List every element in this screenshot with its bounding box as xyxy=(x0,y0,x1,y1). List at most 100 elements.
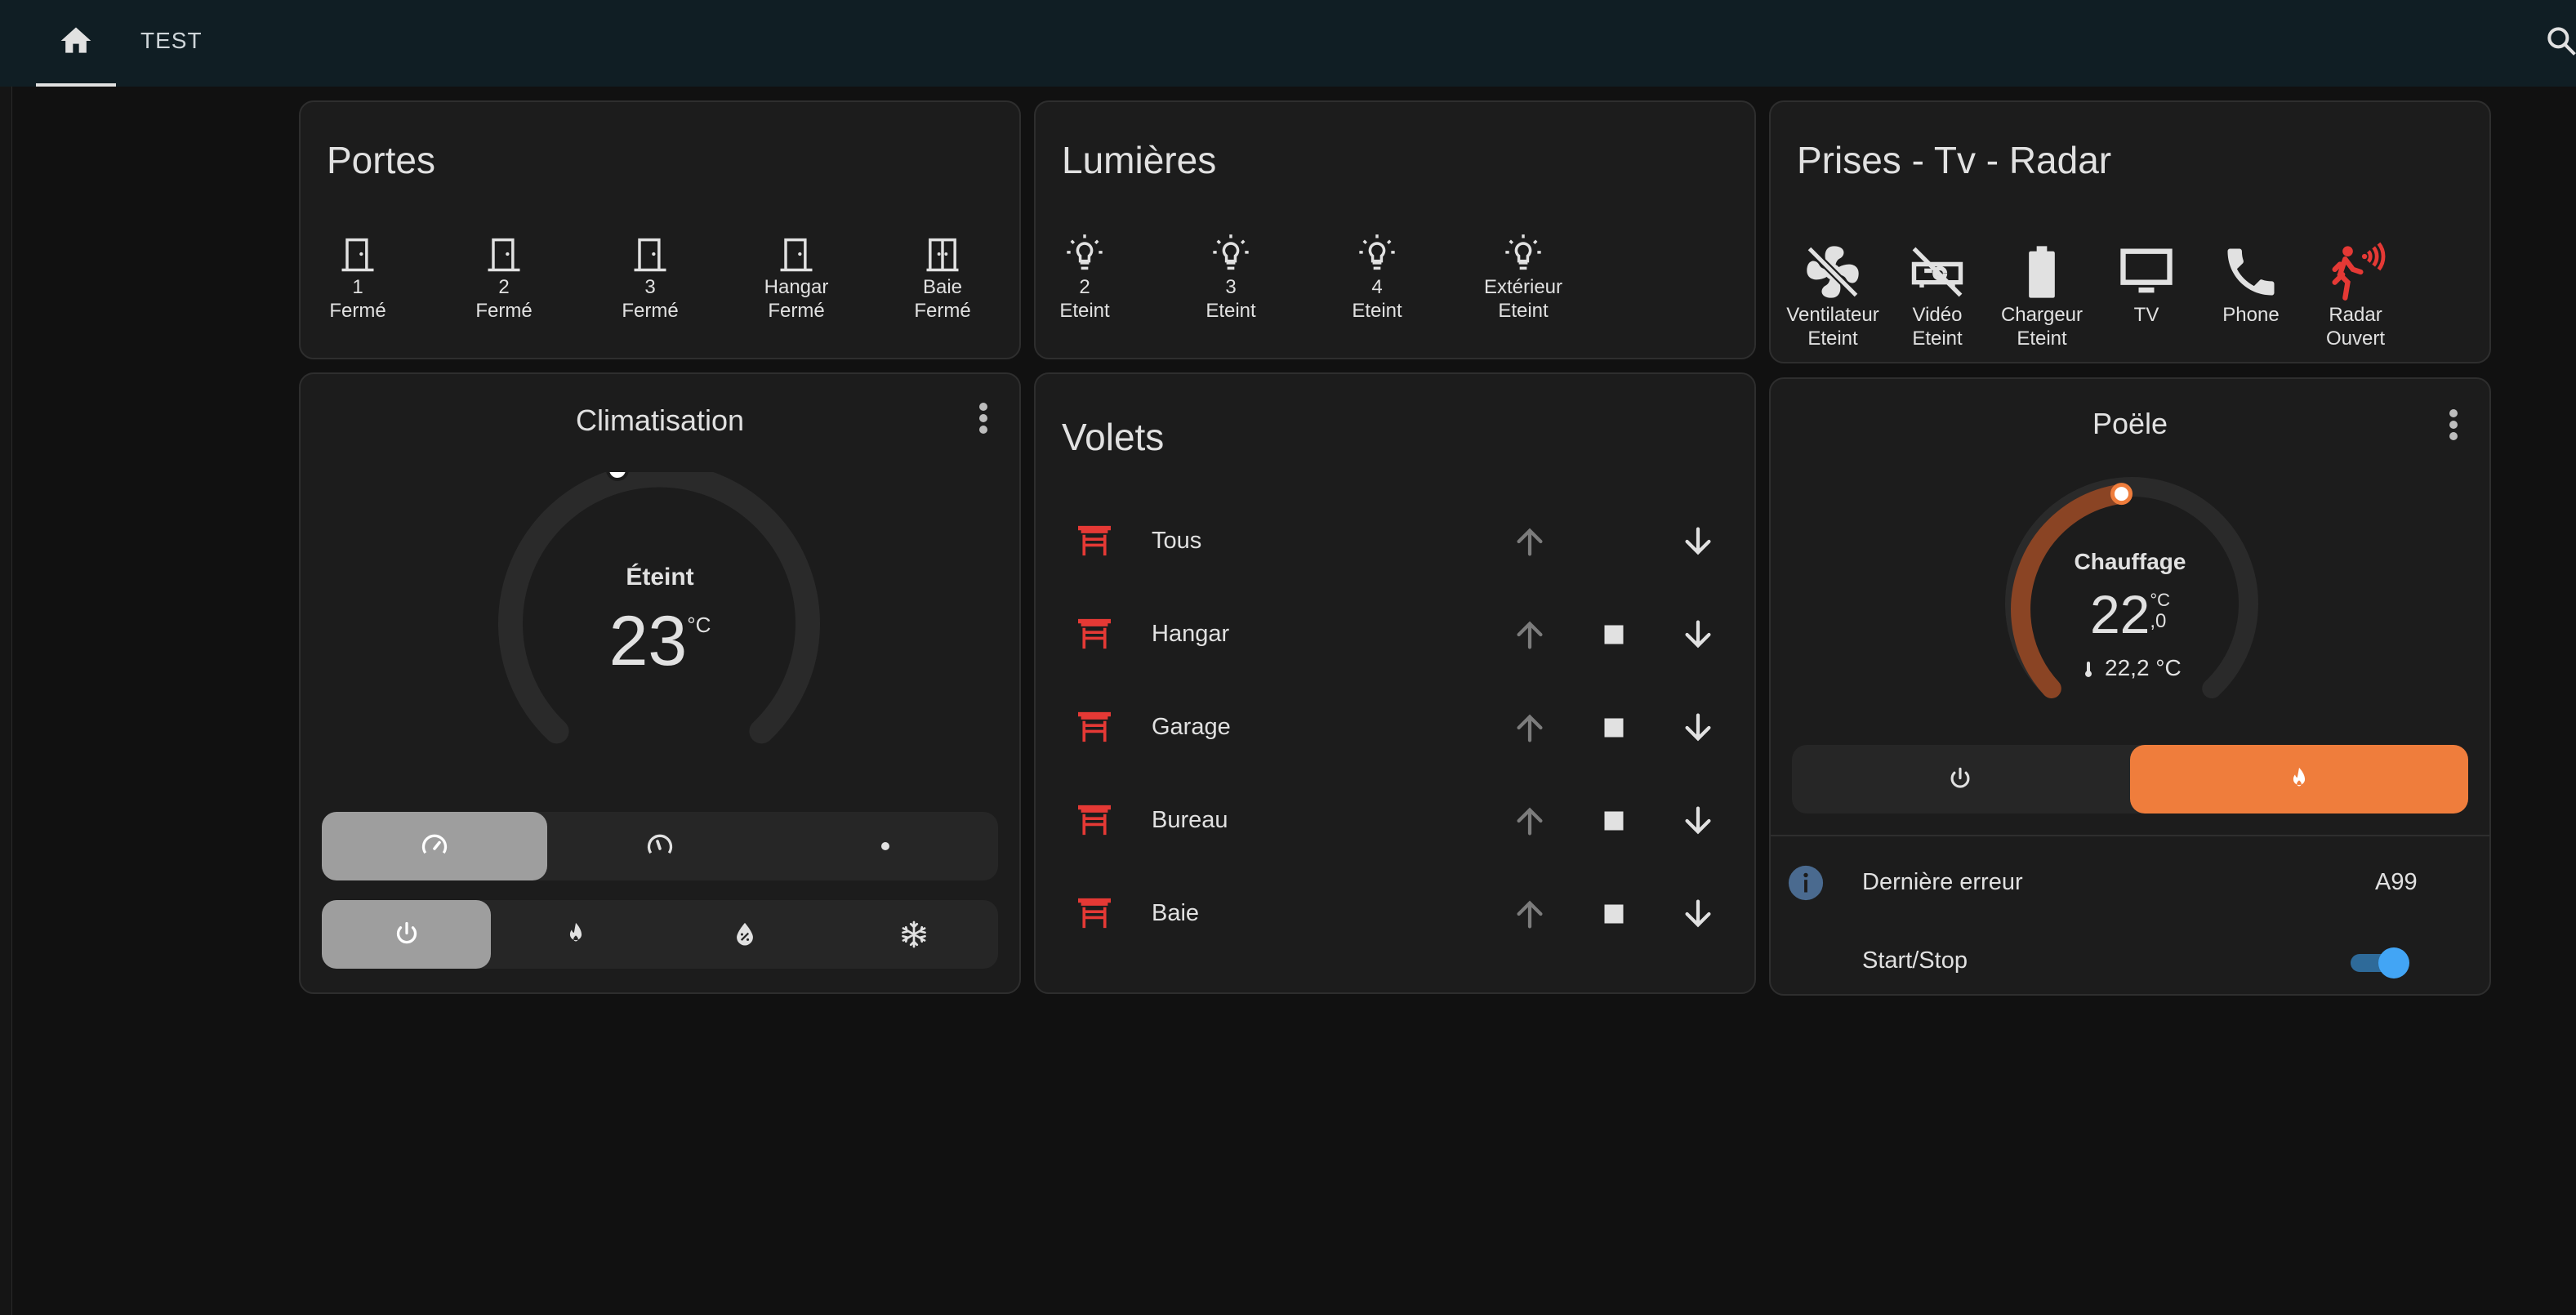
window-shutter-icon xyxy=(1078,805,1111,836)
entity-lumiere-2[interactable]: 2 Eteint xyxy=(1044,233,1125,323)
window-shutter-icon xyxy=(1078,525,1111,556)
portes-card: Portes 1 Fermé 2 Fermé 3 Fermé Hangar Fe… xyxy=(299,100,1021,359)
lightbulb-icon xyxy=(1213,234,1249,270)
card-title: Portes xyxy=(327,139,435,181)
arrow-down-icon[interactable] xyxy=(1679,802,1717,840)
volet-name: Bureau xyxy=(1152,807,1228,833)
entity-lumiere-3[interactable]: 3 Eteint xyxy=(1190,233,1272,323)
fire-icon xyxy=(2293,767,2306,787)
poele-current: 22,2 °C xyxy=(1771,655,2489,681)
hvac-mode-cool[interactable] xyxy=(829,900,998,969)
volet-row: Bureau xyxy=(1060,792,1730,849)
poele-mode-off[interactable] xyxy=(1792,745,2128,814)
entity-state: Fermé xyxy=(475,300,533,322)
tab-home[interactable] xyxy=(36,0,116,87)
entity-name: 4 xyxy=(1371,276,1383,298)
power-icon xyxy=(1950,767,1970,788)
stop-icon[interactable] xyxy=(1595,802,1633,840)
more-vert-icon[interactable] xyxy=(978,402,988,435)
current-temperature: 22,2 °C xyxy=(2105,655,2182,680)
entity-porte-3[interactable]: 3 Fermé xyxy=(609,233,691,323)
speedometer-icon xyxy=(421,834,448,854)
lightbulb-icon xyxy=(1505,234,1541,270)
dot-icon xyxy=(881,842,889,850)
volet-name: Tous xyxy=(1152,528,1202,554)
entity-state: Fermé xyxy=(329,300,386,322)
volet-name: Garage xyxy=(1152,714,1231,740)
water-percent-icon xyxy=(736,922,753,946)
poele-mode-selector xyxy=(1792,745,2468,814)
card-title: Volets xyxy=(1062,416,1165,458)
arrow-down-icon[interactable] xyxy=(1679,709,1717,747)
monitor-icon xyxy=(2120,248,2173,293)
thermometer-icon xyxy=(2085,661,2092,677)
entity-state: Eteint xyxy=(2017,328,2067,350)
entity-lumiere-4[interactable]: 4 Eteint xyxy=(1336,233,1418,323)
entity-video[interactable]: Vidéo Eteint xyxy=(1888,241,1986,350)
poele-mode-heat[interactable] xyxy=(2130,745,2468,814)
more-vert-icon[interactable] xyxy=(2449,408,2458,441)
entity-name: 2 xyxy=(1079,276,1090,298)
arrow-down-icon[interactable] xyxy=(1679,616,1717,653)
active-tab-indicator xyxy=(36,83,116,87)
arrow-up-icon[interactable] xyxy=(1511,709,1549,747)
entity-state: Eteint xyxy=(1807,328,1858,350)
fan-mode-auto[interactable] xyxy=(322,812,547,880)
entity-porte-baie[interactable]: Baie Fermé xyxy=(902,233,983,323)
entity-porte-1[interactable]: 1 Fermé xyxy=(317,233,399,323)
target-temperature: 23 xyxy=(608,602,688,680)
volet-row: Tous xyxy=(1060,513,1730,570)
prises-card: Prises - Tv - Radar Ventilateur Eteint V… xyxy=(1769,100,2491,363)
hvac-mode-off[interactable] xyxy=(322,900,491,969)
card-title: Climatisation xyxy=(575,403,745,437)
lightbulb-icon xyxy=(1359,234,1395,270)
entity-state: Eteint xyxy=(1059,300,1110,322)
fan-off-icon xyxy=(1807,246,1859,298)
search-icon[interactable] xyxy=(2543,23,2576,59)
derniere-erreur-row[interactable]: Dernière erreur A99 xyxy=(1771,849,2486,915)
arrow-down-icon[interactable] xyxy=(1679,895,1717,933)
entity-porte-2[interactable]: 2 Fermé xyxy=(463,233,545,323)
tab-test[interactable]: TEST xyxy=(140,28,203,54)
entity-state: Ouvert xyxy=(2325,328,2386,350)
entity-ventilateur[interactable]: Ventilateur Eteint xyxy=(1776,241,1890,350)
entity-lumiere-exterieur[interactable]: Extérieur Eteint xyxy=(1474,233,1572,323)
entity-tv[interactable]: TV xyxy=(2097,241,2195,327)
switch-label: Start/Stop xyxy=(1862,947,1968,974)
arrow-up-icon[interactable] xyxy=(1511,802,1549,840)
target-decimal: ,0 xyxy=(2150,610,2167,632)
arrow-up-icon[interactable] xyxy=(1511,523,1549,560)
stop-icon[interactable] xyxy=(1595,895,1633,933)
battery-icon xyxy=(2029,246,2055,298)
entity-name: Baie xyxy=(922,276,963,298)
phone-icon xyxy=(2227,248,2275,296)
fan-mode-medium[interactable] xyxy=(547,812,773,880)
entity-state: Eteint xyxy=(1498,300,1549,322)
gauge-handle[interactable] xyxy=(2110,483,2133,506)
gauge-handle[interactable] xyxy=(606,472,629,481)
stop-icon[interactable] xyxy=(1595,709,1633,747)
arrow-up-icon[interactable] xyxy=(1511,895,1549,933)
entity-porte-hangar[interactable]: Hangar Fermé xyxy=(755,233,837,323)
entity-chargeur[interactable]: Chargeur Eteint xyxy=(1993,241,2091,350)
stop-icon[interactable] xyxy=(1595,616,1633,653)
lumieres-card: Lumières 2 Eteint 3 Eteint 4 Eteint Exté… xyxy=(1034,100,1756,359)
arrow-down-icon[interactable] xyxy=(1679,523,1717,560)
target-temperature: 22 xyxy=(2089,584,2150,644)
entity-name: Chargeur xyxy=(2000,304,2084,326)
entity-name: Extérieur xyxy=(1483,276,1563,298)
start-stop-toggle[interactable] xyxy=(2347,947,2409,978)
entity-radar[interactable]: Radar Ouvert xyxy=(2306,241,2404,350)
window-shutter-icon xyxy=(1078,711,1111,742)
volet-name: Baie xyxy=(1152,900,1200,926)
entity-name: 2 xyxy=(498,276,510,298)
window-shutter-icon xyxy=(1078,898,1111,929)
hvac-mode-heat[interactable] xyxy=(491,900,660,969)
fan-mode-low[interactable] xyxy=(773,812,998,880)
entity-phone[interactable]: Phone xyxy=(2202,241,2300,327)
arrow-up-icon[interactable] xyxy=(1511,616,1549,653)
hvac-mode-dry[interactable] xyxy=(660,900,829,969)
card-title: Poële xyxy=(2092,407,2168,440)
entity-name: 3 xyxy=(644,276,656,298)
entity-state: Fermé xyxy=(914,300,971,322)
